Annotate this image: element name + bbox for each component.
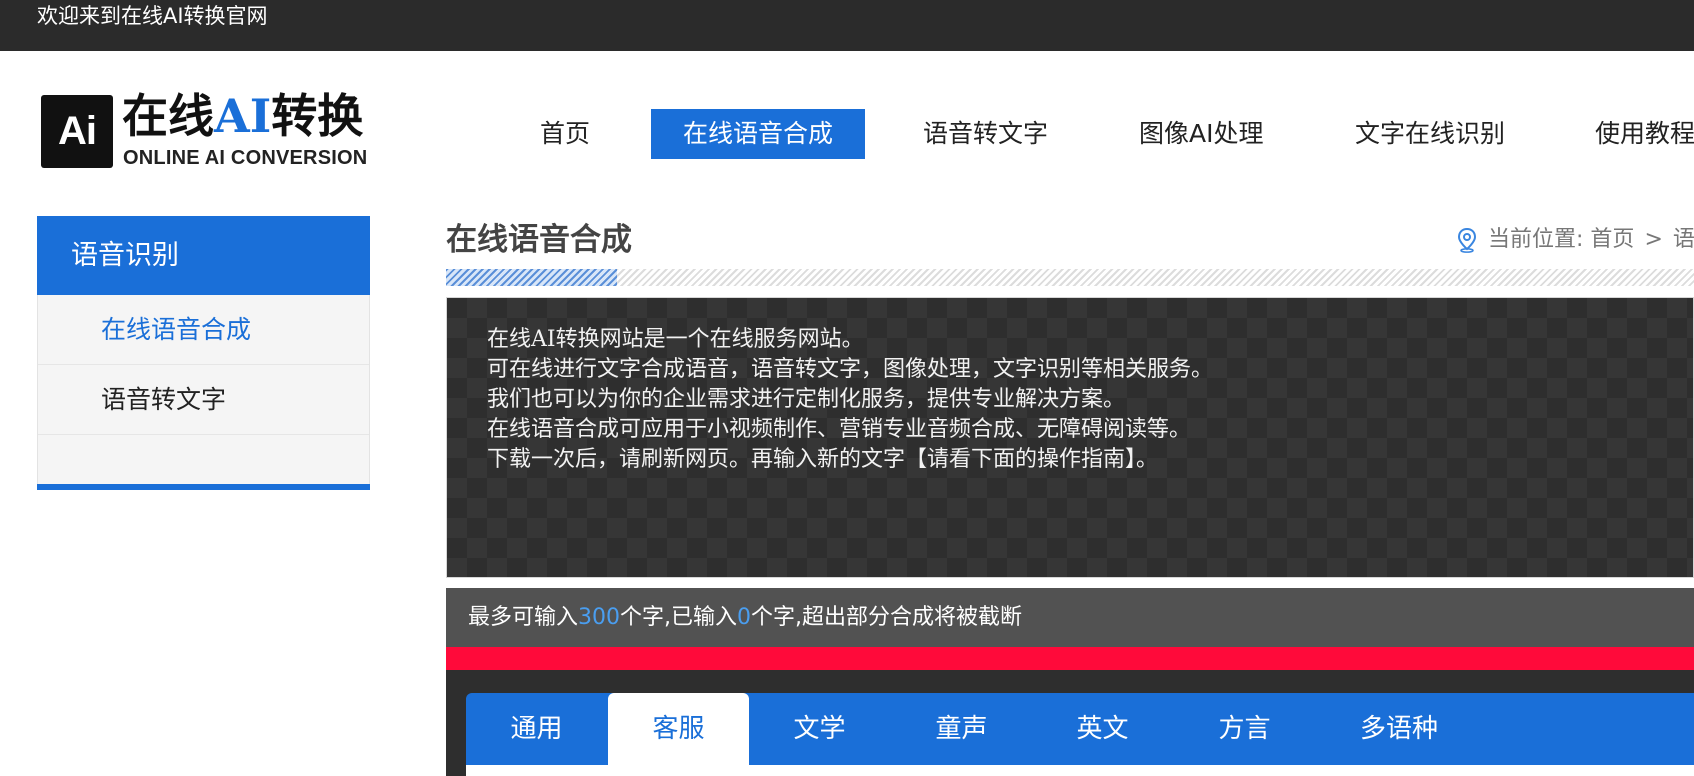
tab-customer-service[interactable]: 客服 bbox=[608, 693, 749, 765]
breadcrumb-home-link[interactable]: 首页 bbox=[1590, 227, 1634, 252]
sidebar-heading: 语音识别 bbox=[37, 216, 370, 295]
sidebar-item-speech-to-text[interactable]: 语音转文字 bbox=[38, 365, 369, 435]
main-nav: 首页 在线语音合成 语音转文字 图像AI处理 文字在线识别 使用教程 bbox=[0, 109, 1694, 159]
title-divider-accent bbox=[446, 269, 617, 286]
tab-multilingual[interactable]: 多语种 bbox=[1315, 693, 1483, 765]
intro-line: 可在线进行文字合成语音，语音转文字，图像处理，文字识别等相关服务。 bbox=[487, 357, 1214, 382]
breadcrumb-prefix: 当前位置: bbox=[1488, 227, 1584, 252]
nav-item-home[interactable]: 首页 bbox=[540, 109, 590, 159]
intro-line: 在线AI转换网站是一个在线服务网站。 bbox=[487, 327, 864, 352]
sidebar-menu: 在线语音合成 语音转文字 bbox=[37, 295, 370, 484]
nav-item-ocr[interactable]: 文字在线识别 bbox=[1355, 109, 1505, 159]
intro-line: 在线语音合成可应用于小视频制作、营销专业音频合成、无障碍阅读等。 bbox=[487, 417, 1192, 442]
char-counter-bar: 最多可输入300个字,已输入0个字,超出部分合成将被截断 bbox=[446, 588, 1694, 647]
nav-item-tts[interactable]: 在线语音合成 bbox=[651, 109, 865, 159]
voice-tabs-panel: 通用 客服 文学 童声 英文 方言 多语种 bbox=[446, 670, 1694, 776]
intro-text: 在线AI转换网站是一个在线服务网站。 可在线进行文字合成语音，语音转文字，图像处… bbox=[487, 325, 1213, 475]
tab-literature[interactable]: 文学 bbox=[749, 693, 890, 765]
tab-general[interactable]: 通用 bbox=[466, 693, 607, 765]
tab-dialect[interactable]: 方言 bbox=[1174, 693, 1315, 765]
breadcrumb-text: 当前位置: 首页 > 语音 bbox=[1488, 224, 1694, 256]
tab-child-voice[interactable]: 童声 bbox=[891, 693, 1032, 765]
voice-category-tabs: 通用 客服 文学 童声 英文 方言 多语种 bbox=[466, 693, 1694, 776]
tab-content-top bbox=[466, 765, 1694, 776]
intro-panel: 在线AI转换网站是一个在线服务网站。 可在线进行文字合成语音，语音转文字，图像处… bbox=[446, 297, 1694, 578]
nav-item-tutorial[interactable]: 使用教程 bbox=[1595, 109, 1694, 159]
nav-item-image-ai[interactable]: 图像AI处理 bbox=[1139, 109, 1263, 159]
counter-suffix: 个字,超出部分合成将被截断 bbox=[751, 605, 1023, 630]
intro-line: 下载一次后，请刷新网页。再输入新的文字【请看下面的操作指南】。 bbox=[487, 447, 1159, 472]
counter-prefix: 最多可输入 bbox=[468, 605, 579, 630]
counter-count: 0 bbox=[737, 605, 752, 630]
sidebar-item-tts[interactable]: 在线语音合成 bbox=[38, 295, 369, 365]
top-welcome-bar: 欢迎来到在线AI转换官网 bbox=[0, 0, 1694, 51]
welcome-text: 欢迎来到在线AI转换官网 bbox=[37, 4, 268, 28]
breadcrumb-current-link[interactable]: 语音 bbox=[1673, 227, 1694, 252]
counter-max: 300 bbox=[578, 605, 621, 630]
breadcrumb-separator: > bbox=[1644, 227, 1663, 252]
intro-line: 我们也可以为你的企业需求进行定制化服务，提供专业解决方案。 bbox=[487, 387, 1126, 412]
sidebar-bottom-border bbox=[37, 484, 370, 490]
location-pin-icon bbox=[1456, 227, 1478, 253]
nav-item-speech-to-text[interactable]: 语音转文字 bbox=[923, 109, 1048, 159]
title-divider bbox=[446, 269, 1694, 286]
counter-middle: 个字,已输入 bbox=[620, 605, 738, 630]
page-title: 在线语音合成 bbox=[446, 222, 632, 258]
tab-english[interactable]: 英文 bbox=[1032, 693, 1173, 765]
sidebar: 语音识别 在线语音合成 语音转文字 bbox=[37, 216, 370, 490]
alert-divider bbox=[446, 647, 1694, 670]
